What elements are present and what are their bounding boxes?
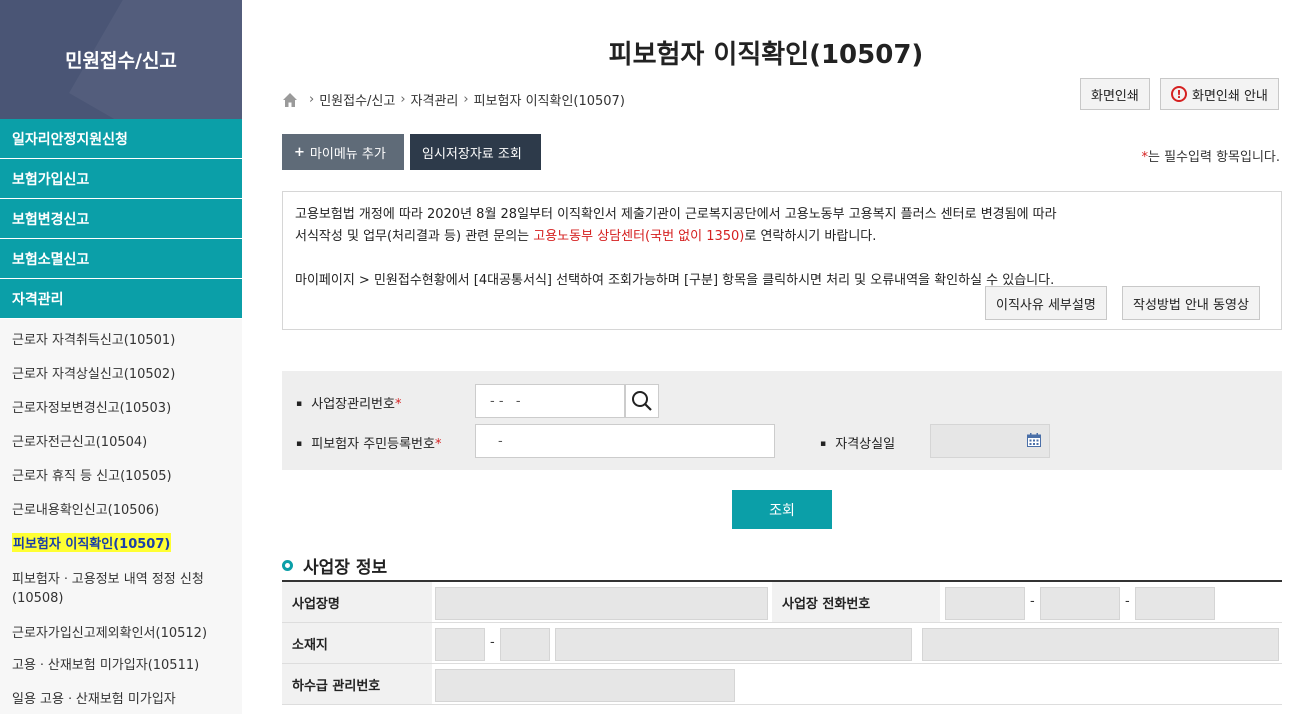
zipcode-field-1[interactable] bbox=[435, 628, 485, 661]
workplace-phone-field-2[interactable] bbox=[1040, 587, 1120, 620]
sidebar-subitem-10506[interactable]: 근로내용확인신고(10506) bbox=[0, 491, 242, 525]
guide-video-button[interactable]: 작성방법 안내 동영상 bbox=[1122, 286, 1260, 320]
dash-separator: - bbox=[490, 635, 495, 650]
table-row: 사업장명 사업장 전화번호 - - bbox=[282, 582, 1282, 623]
sidebar-item-insurance-change[interactable]: 보험변경신고 bbox=[0, 199, 242, 239]
sidebar-item-insurance-loss[interactable]: 보험소멸신고 bbox=[0, 239, 242, 279]
temp-saved-button[interactable]: 임시저장자료 조회 bbox=[410, 134, 541, 170]
loss-date-label: 자격상실일 bbox=[820, 433, 895, 452]
address-detail-field[interactable] bbox=[922, 628, 1279, 661]
main-content: 피보험자 이직확인(10507) › 민원접수/신고 › 자격관리 › 피보험자… bbox=[242, 0, 1290, 714]
sidebar-subitem-10507[interactable]: 피보험자 이직확인(10507) bbox=[0, 525, 242, 559]
table-row: 하수급 관리번호 bbox=[282, 664, 1282, 705]
sidebar-subitem-10512[interactable]: 근로자가입신고제외확인서(10512) bbox=[0, 615, 242, 647]
biz-no-label: 사업장관리번호* bbox=[296, 393, 401, 412]
biz-search-button[interactable] bbox=[625, 384, 659, 418]
search-form: 사업장관리번호* - - - 피보험자 주민등록번호* - 자격상실일 bbox=[282, 371, 1282, 470]
zipcode-field-2[interactable] bbox=[500, 628, 550, 661]
workplace-phone-field-1[interactable] bbox=[945, 587, 1025, 620]
subcontract-no-label: 하수급 관리번호 bbox=[282, 664, 432, 704]
address-field[interactable] bbox=[555, 628, 912, 661]
sidebar: 민원접수/신고 일자리안정지원신청 보험가입신고 보험변경신고 보험소멸신고 자… bbox=[0, 0, 242, 714]
home-icon[interactable] bbox=[282, 92, 298, 108]
sidebar-item-qualification[interactable]: 자격관리 bbox=[0, 279, 242, 319]
required-note: *는 필수입력 항목입니다. bbox=[1141, 150, 1281, 165]
bullet-icon bbox=[282, 560, 293, 571]
breadcrumb-item[interactable]: 자격관리 bbox=[411, 90, 459, 109]
chevron-right-icon: › bbox=[309, 92, 315, 107]
workplace-name-label: 사업장명 bbox=[282, 582, 432, 622]
sidebar-item-insurance-join[interactable]: 보험가입신고 bbox=[0, 159, 242, 199]
loss-date-input[interactable] bbox=[930, 424, 1050, 458]
ssn-label: 피보험자 주민등록번호* bbox=[296, 433, 441, 452]
alert-icon: ! bbox=[1171, 86, 1187, 102]
workplace-phone-field-3[interactable] bbox=[1135, 587, 1215, 620]
workplace-name-field[interactable] bbox=[435, 587, 768, 620]
biz-no-input[interactable]: - - - bbox=[475, 384, 625, 418]
page-title: 피보험자 이직확인(10507) bbox=[608, 40, 924, 70]
query-button[interactable]: 조회 bbox=[732, 490, 832, 529]
sidebar-subitem-10505[interactable]: 근로자 휴직 등 신고(10505) bbox=[0, 457, 242, 491]
dash-separator: - bbox=[1125, 594, 1130, 609]
section-title-workplace: 사업장 정보 bbox=[282, 553, 387, 578]
sidebar-item-employment-support[interactable]: 일자리안정지원신청 bbox=[0, 119, 242, 159]
notice-line: 고용보험법 개정에 따라 2020년 8월 28일부터 이직확인서 제출기관이 … bbox=[295, 207, 1057, 222]
sidebar-subitem-10511[interactable]: 고용ㆍ산재보험 미가입자(10511) bbox=[0, 647, 242, 679]
calendar-icon[interactable] bbox=[1027, 433, 1041, 447]
breadcrumb: › 민원접수/신고 › 자격관리 › 피보험자 이직확인(10507) bbox=[282, 90, 625, 109]
ssn-input[interactable]: - bbox=[475, 424, 775, 458]
search-icon bbox=[632, 391, 652, 411]
sidebar-title: 민원접수/신고 bbox=[0, 0, 242, 119]
breadcrumb-item: 피보험자 이직확인(10507) bbox=[473, 94, 625, 109]
workplace-phone-label: 사업장 전화번호 bbox=[772, 582, 940, 622]
sidebar-subitem-10504[interactable]: 근로자전근신고(10504) bbox=[0, 423, 242, 457]
dash-separator: - bbox=[1030, 594, 1035, 609]
notice-contact: 고용노동부 상담센터(국번 없이 1350) bbox=[533, 229, 745, 244]
sidebar-subitem-10501[interactable]: 근로자 자격취득신고(10501) bbox=[0, 321, 242, 355]
sidebar-subitem-10508[interactable]: 피보험자ㆍ고용정보 내역 정정 신청 bbox=[0, 567, 242, 588]
print-button[interactable]: 화면인쇄 bbox=[1080, 78, 1150, 110]
workplace-table: 사업장명 사업장 전화번호 - - 소재지 - 하수급 관리번호 bbox=[282, 580, 1282, 714]
plus-icon: + bbox=[294, 144, 305, 160]
table-row: 소재지 - bbox=[282, 623, 1282, 664]
sidebar-subitem-daily-uninsured[interactable]: 일용 고용ㆍ산재보험 미가입자 bbox=[0, 679, 242, 714]
chevron-right-icon: › bbox=[400, 92, 406, 107]
sidebar-subitem-10508-code[interactable]: (10508) bbox=[0, 588, 242, 609]
add-mymenu-button[interactable]: + 마이메뉴 추가 bbox=[282, 134, 404, 170]
notice-line: 서식작성 및 업무(처리결과 등) 관련 문의는 고용노동부 상담센터(국번 없… bbox=[295, 229, 877, 244]
subcontract-no-field[interactable] bbox=[435, 669, 735, 702]
workplace-address-label: 소재지 bbox=[282, 623, 432, 663]
breadcrumb-item[interactable]: 민원접수/신고 bbox=[319, 90, 395, 109]
reason-detail-button[interactable]: 이직사유 세부설명 bbox=[985, 286, 1107, 320]
sidebar-subitem-10503[interactable]: 근로자정보변경신고(10503) bbox=[0, 389, 242, 423]
sidebar-subitem-10502[interactable]: 근로자 자격상실신고(10502) bbox=[0, 355, 242, 389]
chevron-right-icon: › bbox=[463, 92, 469, 107]
print-guide-button[interactable]: ! 화면인쇄 안내 bbox=[1160, 78, 1279, 110]
